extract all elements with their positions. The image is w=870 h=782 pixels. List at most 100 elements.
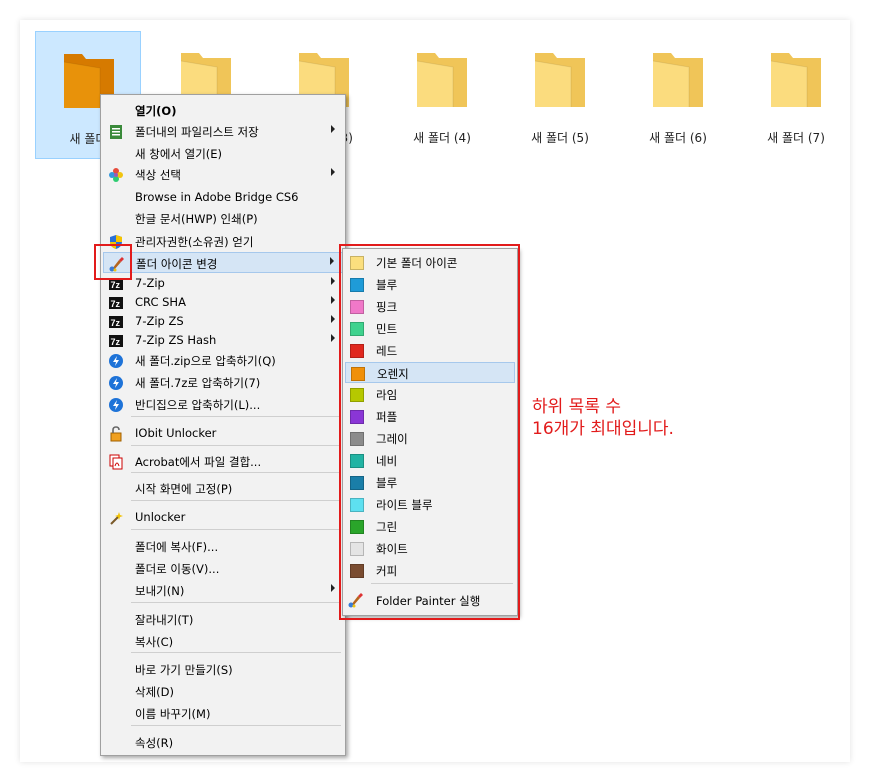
chevron-right-icon — [331, 315, 335, 323]
folder-icon — [531, 49, 589, 109]
context-menu-item[interactable]: 색상 선택 — [103, 164, 343, 185]
context-menu-item[interactable]: 폴더로 이동(V)... — [103, 558, 343, 579]
folder-icon — [649, 49, 707, 109]
highlight-box-submenu — [339, 244, 520, 620]
context-menu-item-label: 관리자권한(소유권) 얻기 — [135, 235, 254, 249]
context-menu-item[interactable]: 7z CRC SHA — [103, 292, 343, 313]
context-menu-item[interactable]: Unlocker — [103, 507, 343, 528]
context-menu-item[interactable]: 삭제(D) — [103, 681, 343, 702]
context-menu-item-label: 이름 바꾸기(M) — [135, 707, 211, 721]
folder-label: 새 폴더 (7) — [767, 131, 825, 145]
context-menu-item-label: 폴더내의 파일리스트 저장 — [135, 125, 259, 139]
color-palette-icon — [108, 167, 124, 183]
context-menu-item[interactable]: 시작 화면에 고정(P) — [103, 478, 343, 499]
menu-separator — [131, 472, 341, 473]
context-menu-item-label: 복사(C) — [135, 635, 174, 649]
context-menu-item[interactable]: 새 폴더.7z로 압축하기(7) — [103, 372, 343, 393]
context-menu-item[interactable]: 관리자권한(소유권) 얻기 — [103, 231, 343, 252]
context-menu-item[interactable]: Acrobat에서 파일 결합... — [103, 451, 343, 472]
svg-text:7z: 7z — [111, 318, 121, 328]
context-menu-item-label: 색상 선택 — [135, 168, 181, 182]
context-menu-item-label: 폴더로 이동(V)... — [135, 562, 220, 576]
folder-item[interactable]: 새 폴더 (6) — [625, 31, 731, 159]
menu-separator — [131, 529, 341, 530]
context-menu-item-label: 폴더 아이콘 변경 — [136, 257, 218, 271]
7zip-icon: 7z — [108, 333, 124, 349]
context-menu-item-label: 시작 화면에 고정(P) — [135, 482, 233, 496]
context-menu-item-label: CRC SHA — [135, 295, 186, 309]
context-menu-item-label: Unlocker — [135, 510, 186, 524]
context-menu-item[interactable]: 한글 문서(HWP) 인쇄(P) — [103, 208, 343, 229]
context-menu-item[interactable]: 새 창에서 열기(E) — [103, 143, 343, 164]
menu-separator — [131, 500, 341, 501]
7zip-icon: 7z — [108, 295, 124, 311]
menu-separator — [131, 652, 341, 653]
context-menu-item[interactable]: Browse in Adobe Bridge CS6 — [103, 187, 343, 208]
folder-item[interactable]: 새 폴더 (5) — [507, 31, 613, 159]
menu-separator — [131, 416, 341, 417]
context-menu-item[interactable]: 잘라내기(T) — [103, 609, 343, 630]
chevron-right-icon — [331, 277, 335, 285]
folder-label: 새 폴더 (5) — [531, 131, 589, 145]
context-menu-item[interactable]: 7z 7-Zip ZS — [103, 311, 343, 332]
context-menu-item-label: 새 창에서 열기(E) — [135, 147, 223, 161]
chevron-right-icon — [331, 334, 335, 342]
context-menu-item-label: 반디집으로 압축하기(L)... — [135, 398, 261, 412]
context-menu-item[interactable]: 7z 7-Zip ZS Hash — [103, 330, 343, 351]
annotation-note: 하위 목록 수 16개가 최대입니다. — [532, 396, 674, 440]
folder-item[interactable]: 새 폴더 (4) — [389, 31, 495, 159]
context-menu-item-label: 바로 가기 만들기(S) — [135, 663, 233, 677]
context-menu-item-label: 7-Zip ZS Hash — [135, 333, 217, 347]
context-menu-item-label: 속성(R) — [135, 736, 174, 750]
wand-icon — [108, 510, 124, 526]
menu-separator — [131, 725, 341, 726]
context-menu-item-label: Browse in Adobe Bridge CS6 — [135, 190, 299, 204]
chevron-right-icon — [331, 125, 335, 133]
folder-label: 새 폴더 (4) — [413, 131, 471, 145]
bandizip-icon — [108, 397, 124, 413]
acrobat-icon — [108, 454, 124, 470]
context-menu-item[interactable]: IObit Unlocker — [103, 423, 343, 444]
context-menu-item[interactable]: 폴더내의 파일리스트 저장 — [103, 121, 343, 142]
context-menu-item[interactable]: 폴더 아이콘 변경 — [103, 252, 343, 273]
context-menu-item[interactable]: 반디집으로 압축하기(L)... — [103, 394, 343, 415]
context-menu-item-label: 7-Zip — [135, 276, 165, 290]
context-menu-item[interactable]: 폴더에 복사(F)... — [103, 536, 343, 557]
highlight-box-icon — [94, 244, 132, 280]
annotation-line-2: 16개가 최대입니다. — [532, 419, 674, 439]
context-menu-item[interactable]: 열기(O) — [103, 100, 343, 121]
bandizip-icon — [108, 353, 124, 369]
chevron-right-icon — [331, 168, 335, 176]
context-menu-item-label: 잘라내기(T) — [135, 613, 194, 627]
chevron-right-icon — [331, 584, 335, 592]
context-menu-item[interactable]: 보내기(N) — [103, 580, 343, 601]
context-menu-item-label: 폴더에 복사(F)... — [135, 540, 219, 554]
context-menu-item[interactable]: 속성(R) — [103, 732, 343, 753]
context-menu-item[interactable]: 이름 바꾸기(M) — [103, 703, 343, 724]
context-menu-item-label: 새 폴더.zip으로 압축하기(Q) — [135, 354, 276, 368]
svg-text:7z: 7z — [111, 337, 121, 347]
context-menu: 열기(O) 폴더내의 파일리스트 저장새 창에서 열기(E) 색상 선택 Browse… — [100, 94, 346, 756]
context-menu-item-label: Acrobat에서 파일 결합... — [135, 455, 262, 469]
list-icon — [108, 124, 124, 140]
folder-item[interactable]: 새 폴더 (7) — [743, 31, 849, 159]
chevron-right-icon — [330, 257, 334, 265]
context-menu-item[interactable]: 새 폴더.zip으로 압축하기(Q) — [103, 350, 343, 371]
context-menu-item-label: 보내기(N) — [135, 584, 185, 598]
folder-icon — [767, 49, 825, 109]
context-menu-item[interactable]: 바로 가기 만들기(S) — [103, 659, 343, 680]
folder-label: 새 폴더 (6) — [649, 131, 707, 145]
context-menu-item[interactable]: 복사(C) — [103, 631, 343, 652]
context-menu-item-label: 새 폴더.7z로 압축하기(7) — [135, 376, 261, 390]
context-menu-item[interactable]: 7z 7-Zip — [103, 273, 343, 294]
context-menu-item-label: 7-Zip ZS — [135, 314, 184, 328]
unlock-icon — [108, 426, 124, 442]
svg-text:7z: 7z — [111, 280, 121, 290]
annotation-line-1: 하위 목록 수 — [532, 397, 622, 417]
context-menu-item-label: IObit Unlocker — [135, 426, 217, 440]
context-menu-item-label: 삭제(D) — [135, 685, 174, 699]
context-menu-item-label: 열기(O) — [135, 104, 177, 118]
chevron-right-icon — [331, 296, 335, 304]
svg-text:7z: 7z — [111, 299, 121, 309]
7zip-icon: 7z — [108, 314, 124, 330]
